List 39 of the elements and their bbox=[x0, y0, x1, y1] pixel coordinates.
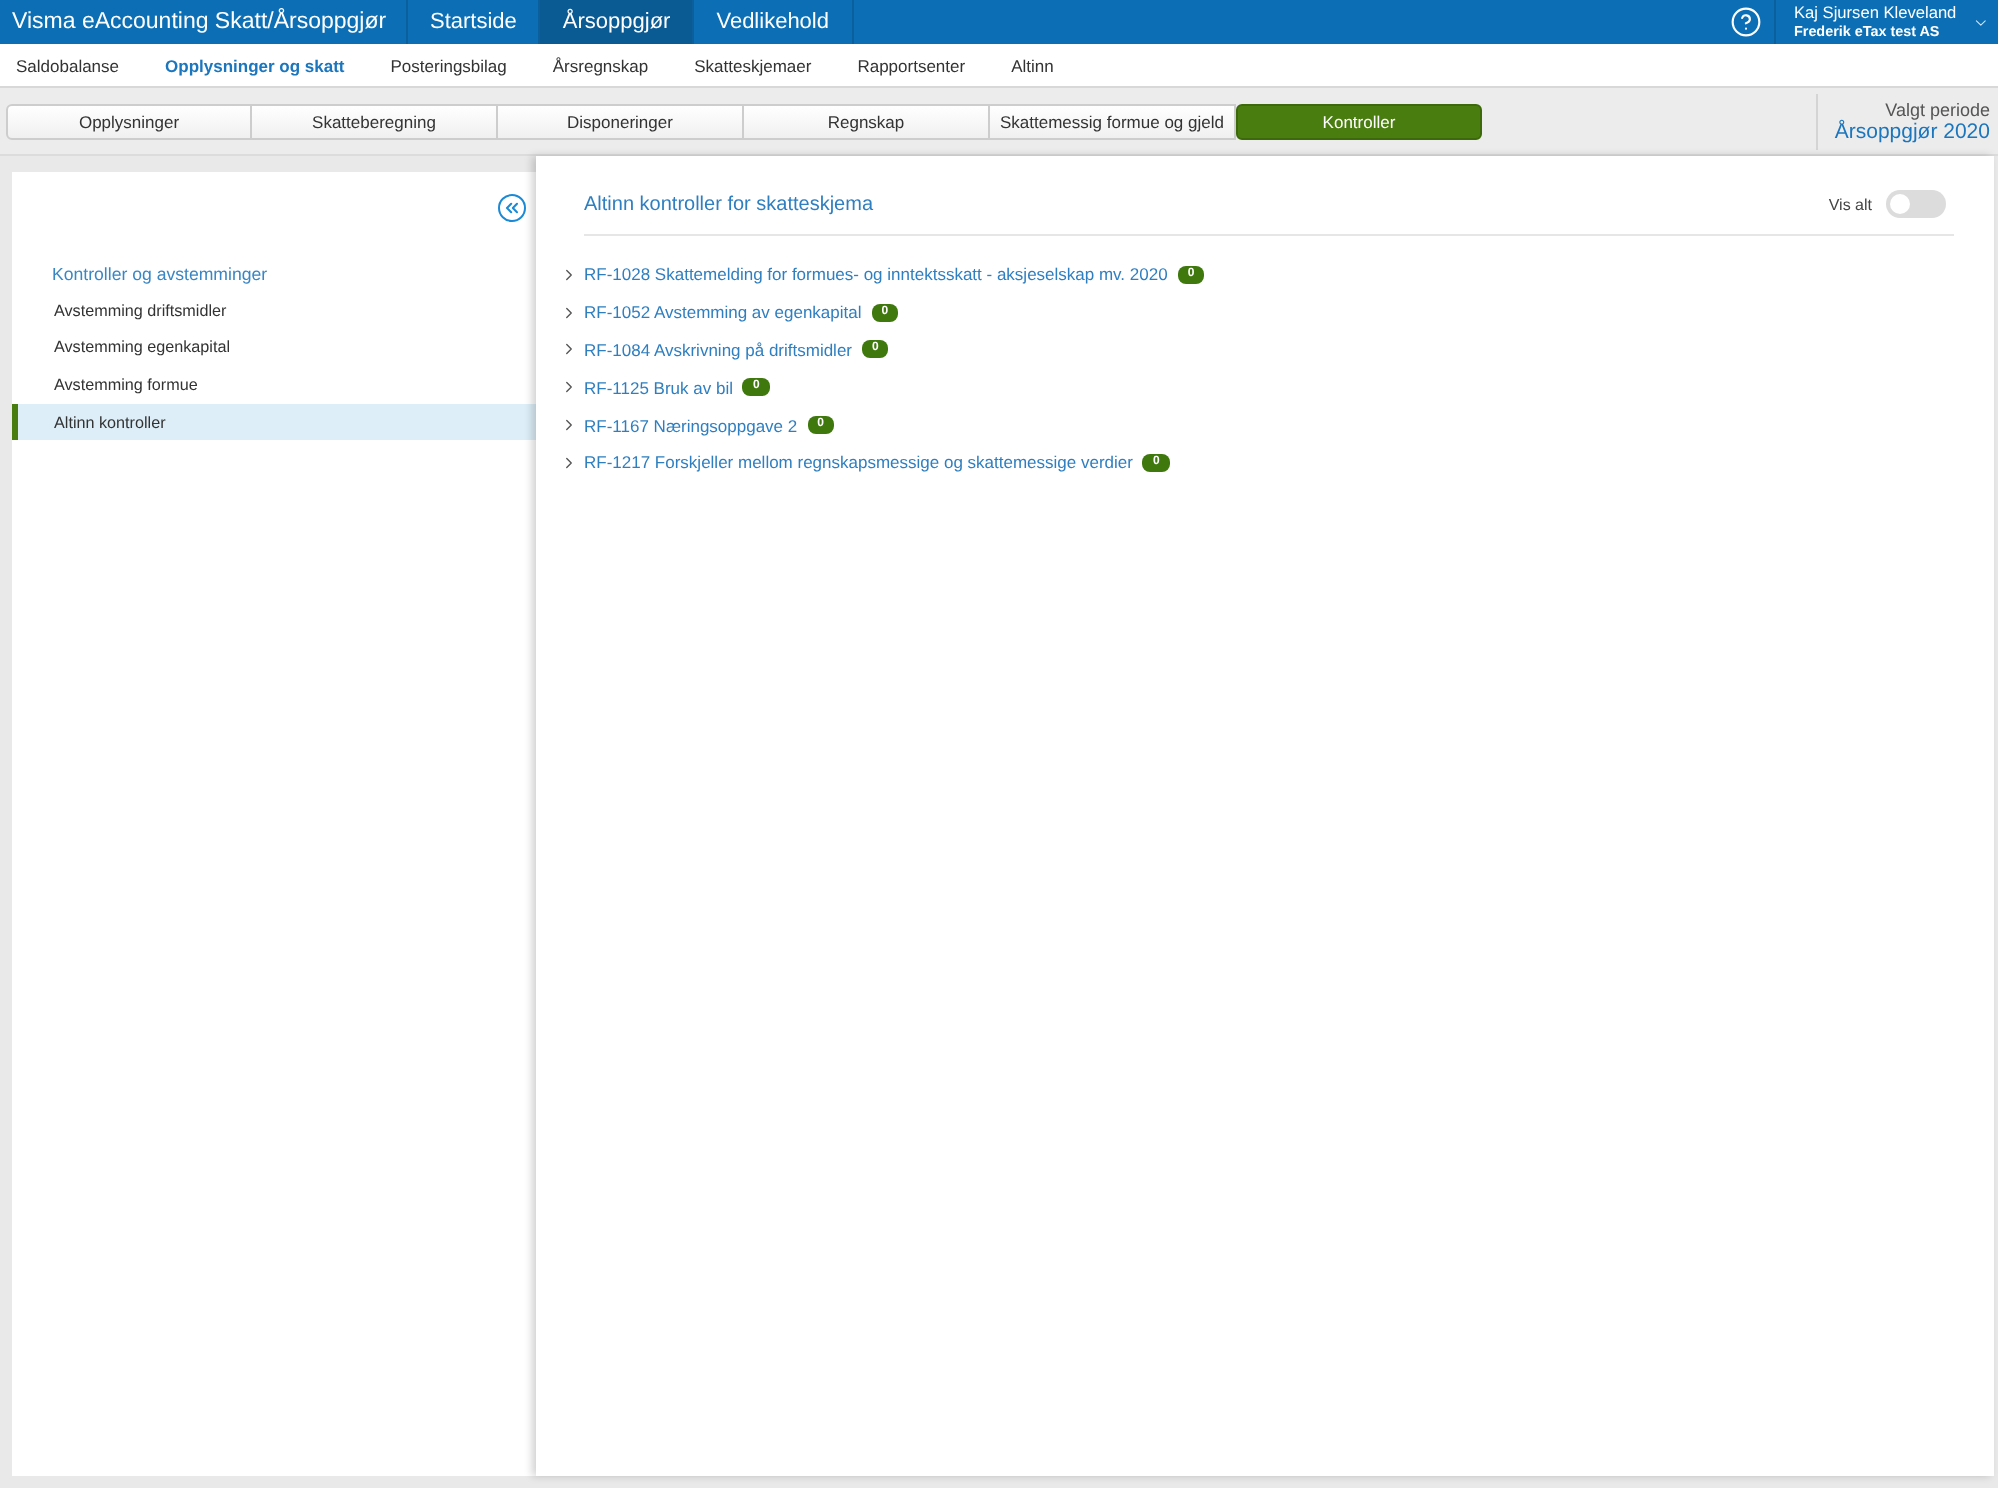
sub-nav-link[interactable]: Posteringsbilag bbox=[390, 55, 507, 75]
sub-nav-link[interactable]: Altinn bbox=[1011, 55, 1054, 75]
section-tab[interactable]: Disponeringer bbox=[498, 103, 744, 139]
form-link[interactable]: RF-1217 Forskjeller mellom regnskapsmessige og skattemessige verdier bbox=[584, 452, 1133, 473]
sub-nav-link[interactable]: Årsregnskap bbox=[552, 55, 649, 75]
sidebar-item[interactable]: Avstemming egenkapital bbox=[12, 329, 536, 367]
chevron-right-icon[interactable] bbox=[560, 378, 578, 397]
sidebar-item[interactable]: Avstemming formue bbox=[12, 366, 536, 404]
sub-nav-link[interactable]: Skatteskjemaer bbox=[694, 55, 812, 75]
chevron-right-icon[interactable] bbox=[560, 303, 578, 322]
sidebar-item[interactable]: Avstemming driftsmidler bbox=[12, 292, 536, 330]
sub-nav-link[interactable]: Saldobalanse bbox=[16, 55, 120, 75]
show-all-switch[interactable] bbox=[1886, 190, 1946, 218]
chevron-right-icon[interactable] bbox=[560, 453, 578, 472]
help-icon[interactable] bbox=[1730, 6, 1762, 38]
sidebar-item[interactable]: Altinn kontroller bbox=[12, 403, 536, 441]
form-link[interactable]: RF-1084 Avskrivning på driftsmidler bbox=[584, 339, 853, 360]
form-link[interactable]: RF-1028 Skattemelding for formues- og inntektsskatt - aksjeselskap mv. 2020 bbox=[584, 264, 1168, 285]
form-link[interactable]: RF-1052 Avstemming av egenkapital bbox=[584, 302, 862, 323]
sub-nav-link[interactable]: Opplysninger og skatt bbox=[165, 55, 345, 75]
chevron-right-icon[interactable] bbox=[560, 340, 578, 359]
collapse-icon[interactable] bbox=[498, 194, 526, 222]
toggle-label: Vis alt bbox=[1828, 195, 1872, 213]
content-title: Altinn kontroller for skatteskjema bbox=[584, 193, 874, 215]
user-name[interactable]: Kaj Sjursen Kleveland bbox=[1794, 2, 1957, 22]
section-tab[interactable]: Kontroller bbox=[1236, 103, 1482, 139]
chevron-right-icon[interactable] bbox=[560, 416, 578, 435]
section-tab[interactable]: Opplysninger bbox=[6, 103, 252, 139]
main-nav-tab[interactable]: Årsoppgjør bbox=[540, 0, 695, 44]
sidebar-heading: Kontroller og avstemminger bbox=[52, 264, 268, 284]
chevron-right-icon[interactable] bbox=[560, 265, 578, 284]
period-value[interactable]: Årsoppgjør 2020 bbox=[1834, 119, 1990, 143]
sub-nav-link[interactable]: Rapportsenter bbox=[857, 55, 966, 75]
period-label: Valgt periode bbox=[1885, 99, 1990, 119]
section-tab[interactable]: Regnskap bbox=[744, 103, 990, 139]
section-tab[interactable]: Skatteberegning bbox=[252, 103, 498, 139]
form-link[interactable]: RF-1167 Næringsoppgave 2 bbox=[584, 415, 798, 436]
section-tab[interactable]: Skattemessig formue og gjeld bbox=[990, 103, 1236, 139]
form-link[interactable]: RF-1125 Bruk av bil bbox=[584, 377, 733, 398]
